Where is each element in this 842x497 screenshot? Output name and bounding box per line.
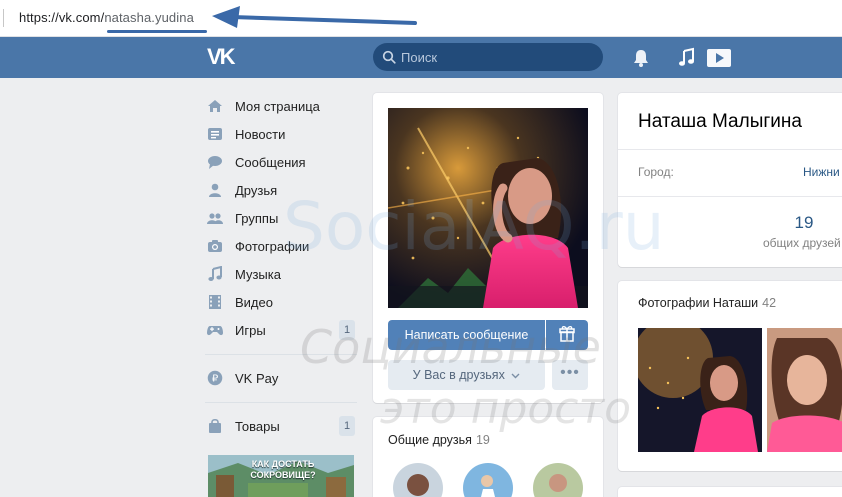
vk-logo[interactable]: VK — [207, 44, 241, 70]
profile-info-card: Наташа Малыгина Город: Нижни 19 общих др… — [618, 93, 842, 267]
common-friends-heading[interactable]: Общие друзья 19 — [388, 433, 490, 447]
menu-divider — [205, 354, 357, 355]
photos-heading[interactable]: Фотографии Наташи 42 — [638, 296, 776, 310]
url-host: https://vk.com/ — [19, 10, 105, 25]
menu-item-video[interactable]: Видео — [205, 288, 357, 316]
photo-thumbnail[interactable] — [767, 328, 842, 452]
city-value[interactable]: Нижни — [803, 165, 840, 179]
left-menu: Моя страница Новости Сообщения Друзья Гр… — [205, 92, 357, 440]
friend-avatar[interactable] — [463, 463, 513, 497]
news-icon — [208, 128, 222, 140]
gift-icon — [559, 326, 575, 342]
friend-avatar[interactable] — [533, 463, 583, 497]
svg-text:₽: ₽ — [212, 374, 219, 385]
menu-item-vk-pay[interactable]: ₽ VK Pay — [205, 364, 357, 392]
profile-name: Наташа Малыгина — [638, 111, 802, 132]
url-path: natasha.yudina — [104, 10, 194, 25]
avatar-image — [388, 108, 588, 308]
ad-text: КАК ДОСТАТЬ СОКРОВИЩЕ? — [250, 459, 316, 480]
home-icon — [208, 100, 222, 112]
bell-icon[interactable] — [630, 47, 652, 69]
divider — [618, 196, 842, 197]
browser-address-bar: https://vk.com/natasha.yudina — [0, 0, 842, 37]
menu-item-label: Товары — [235, 419, 280, 434]
photo-image — [767, 328, 842, 452]
menu-item-label: Фотографии — [235, 239, 310, 254]
annotation-underline — [107, 30, 207, 33]
menu-item-label: Друзья — [235, 183, 278, 198]
gamepad-icon — [207, 326, 223, 336]
profile-photo-card: Написать сообщение У Вас в друзьях ••• — [373, 93, 603, 403]
camera-icon — [208, 240, 222, 252]
goods-count-badge: 1 — [339, 416, 355, 436]
menu-item-messages[interactable]: Сообщения — [205, 148, 357, 176]
annotation-arrow-icon — [212, 6, 417, 28]
address-bar-edge — [3, 9, 4, 27]
search-icon — [382, 50, 396, 64]
profile-avatar[interactable] — [388, 108, 588, 308]
common-friends-counter[interactable]: 19 — [792, 213, 816, 233]
gift-button[interactable] — [546, 320, 588, 350]
menu-item-music[interactable]: Музыка — [205, 260, 357, 288]
photos-title: Фотографии Наташи — [638, 296, 759, 310]
menu-item-news[interactable]: Новости — [205, 120, 357, 148]
menu-item-my-page[interactable]: Моя страница — [205, 92, 357, 120]
menu-item-photos[interactable]: Фотографии — [205, 232, 357, 260]
film-icon — [209, 295, 221, 309]
common-friends-counter-label[interactable]: общих друзей — [763, 236, 841, 250]
friend-avatar-image — [533, 463, 583, 497]
messages-icon — [208, 156, 222, 169]
menu-item-label: Игры — [235, 323, 266, 338]
menu-item-label: Группы — [235, 211, 279, 226]
photos-count: 42 — [762, 296, 777, 310]
common-friends-card: Общие друзья 19 — [373, 417, 603, 497]
city-label: Город: — [638, 165, 674, 179]
friend-avatar-image — [463, 463, 513, 497]
menu-item-label: VK Pay — [235, 371, 279, 386]
common-friends-title: Общие друзья — [388, 433, 472, 447]
send-message-button[interactable]: Написать сообщение — [388, 320, 545, 350]
photo-thumbnail[interactable] — [638, 328, 762, 452]
menu-item-label: Новости — [235, 127, 286, 142]
vk-header: VK — [0, 37, 842, 78]
groups-icon — [207, 213, 223, 224]
menu-item-label: Сообщения — [235, 155, 306, 170]
friend-icon — [209, 183, 221, 197]
bag-icon — [209, 418, 221, 433]
menu-item-friends[interactable]: Друзья — [205, 176, 357, 204]
chevron-down-icon — [511, 373, 520, 379]
menu-item-games[interactable]: Игры 1 — [205, 316, 357, 344]
menu-item-label: Моя страница — [235, 99, 320, 114]
friends-status-label: У Вас в друзьях — [412, 368, 505, 382]
url-field[interactable]: https://vk.com/natasha.yudina — [19, 10, 194, 25]
menu-item-label: Музыка — [235, 267, 281, 282]
friend-avatar[interactable] — [393, 463, 443, 497]
friends-status-button[interactable]: У Вас в друзьях — [388, 360, 545, 390]
music-note-icon — [208, 266, 222, 281]
photos-card: Фотографии Наташи 42 — [618, 281, 842, 471]
menu-item-groups[interactable]: Группы — [205, 204, 357, 232]
play-icon[interactable] — [706, 47, 732, 69]
search-input[interactable] — [401, 43, 596, 71]
menu-item-label: Видео — [235, 295, 273, 310]
divider — [618, 149, 842, 150]
music-icon[interactable] — [676, 47, 698, 69]
more-actions-button[interactable]: ••• — [552, 360, 588, 390]
common-friends-count: 19 — [475, 433, 490, 447]
photo-image — [638, 328, 762, 452]
friend-avatar-image — [393, 463, 443, 497]
vkpay-icon: ₽ — [207, 370, 223, 386]
menu-item-goods[interactable]: Товары 1 — [205, 412, 357, 440]
next-card — [618, 487, 842, 497]
games-count-badge: 1 — [339, 320, 355, 340]
menu-divider — [205, 402, 357, 403]
ad-banner[interactable]: КАК ДОСТАТЬ СОКРОВИЩЕ? — [208, 455, 354, 497]
search-box[interactable] — [373, 43, 603, 71]
